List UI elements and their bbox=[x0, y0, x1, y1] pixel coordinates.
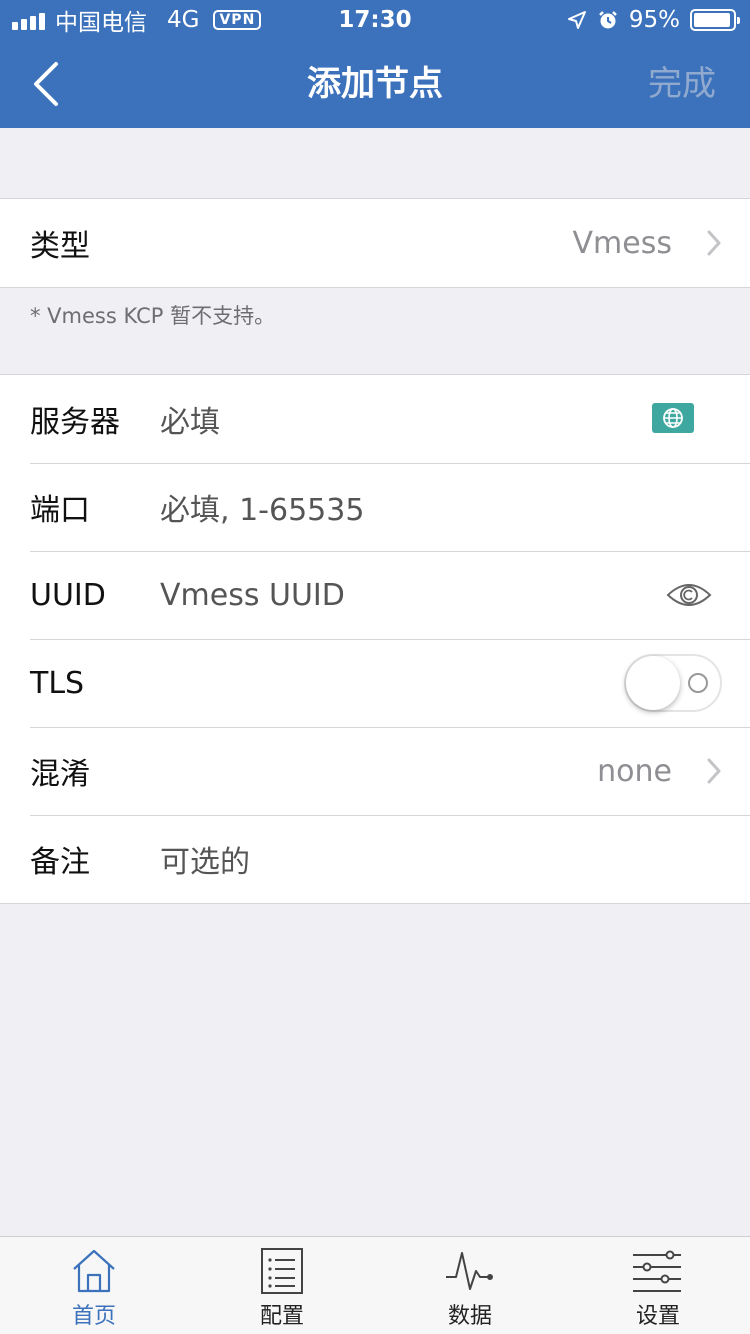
battery-icon bbox=[690, 9, 740, 31]
tab-data[interactable]: 数据 bbox=[376, 1237, 564, 1334]
nav-bar: 添加节点 完成 bbox=[0, 40, 750, 128]
port-input[interactable]: 必填, 1-65535 bbox=[160, 485, 364, 529]
tab-home-label: 首页 bbox=[71, 1304, 116, 1329]
tab-config-label: 配置 bbox=[259, 1304, 304, 1329]
obfs-label: 混淆 bbox=[30, 757, 90, 792]
obfs-row[interactable]: 混淆 none bbox=[0, 727, 750, 815]
server-row[interactable]: 服务器 必填 bbox=[0, 375, 750, 463]
chevron-right-icon bbox=[707, 230, 721, 256]
type-label: 类型 bbox=[30, 229, 90, 264]
obfs-value: none bbox=[597, 753, 672, 789]
port-label: 端口 bbox=[30, 493, 90, 528]
port-row[interactable]: 端口 必填, 1-65535 bbox=[0, 463, 750, 551]
type-footnote: * Vmess KCP 暂不支持。 bbox=[30, 304, 276, 328]
remark-input[interactable]: 可选的 bbox=[160, 837, 250, 881]
tab-config[interactable]: 配置 bbox=[188, 1237, 376, 1334]
globe-icon bbox=[663, 408, 683, 428]
uuid-label: UUID bbox=[30, 577, 106, 613]
uuid-input[interactable]: Vmess UUID bbox=[160, 578, 345, 613]
toggle-knob bbox=[626, 656, 680, 710]
tls-label: TLS bbox=[30, 665, 85, 701]
remark-row[interactable]: 备注 可选的 bbox=[0, 815, 750, 903]
tab-settings[interactable]: 设置 bbox=[564, 1237, 750, 1334]
eye-icon[interactable] bbox=[666, 579, 712, 611]
status-bar: 中国电信 4G VPN 17:30 95% bbox=[0, 0, 750, 40]
toggle-off-indicator bbox=[688, 673, 708, 693]
tls-toggle[interactable] bbox=[624, 654, 722, 712]
tab-home[interactable]: 首页 bbox=[0, 1237, 188, 1334]
sliders-icon bbox=[633, 1250, 681, 1292]
globe-button[interactable] bbox=[652, 403, 694, 433]
pulse-icon bbox=[446, 1252, 493, 1290]
page-title: 添加节点 bbox=[307, 64, 443, 104]
location-arrow-icon bbox=[567, 11, 586, 29]
type-row[interactable]: 类型 Vmess bbox=[0, 199, 750, 287]
header: 中国电信 4G VPN 17:30 95% 添加节点 完成 bbox=[0, 0, 750, 128]
alarm-icon bbox=[598, 11, 617, 29]
chevron-right-icon bbox=[707, 758, 721, 784]
node-form: 服务器 必填 端口 必填, 1-65535 UUID Vmess UUID TL… bbox=[0, 374, 750, 904]
home-icon bbox=[73, 1249, 115, 1293]
type-value: Vmess bbox=[572, 225, 672, 261]
done-button[interactable]: 完成 bbox=[648, 60, 716, 108]
tab-data-label: 数据 bbox=[447, 1304, 492, 1329]
server-label: 服务器 bbox=[30, 405, 120, 440]
server-input[interactable]: 必填 bbox=[160, 397, 220, 441]
battery-percent: 95% bbox=[628, 7, 680, 33]
tls-row: TLS bbox=[0, 639, 750, 727]
remark-label: 备注 bbox=[30, 845, 90, 880]
tab-settings-label: 设置 bbox=[635, 1304, 680, 1329]
list-icon bbox=[261, 1248, 303, 1294]
tab-bar: 首页 配置 数据 设置 bbox=[0, 1236, 750, 1334]
uuid-row[interactable]: UUID Vmess UUID bbox=[0, 551, 750, 639]
type-section: 类型 Vmess bbox=[0, 198, 750, 288]
